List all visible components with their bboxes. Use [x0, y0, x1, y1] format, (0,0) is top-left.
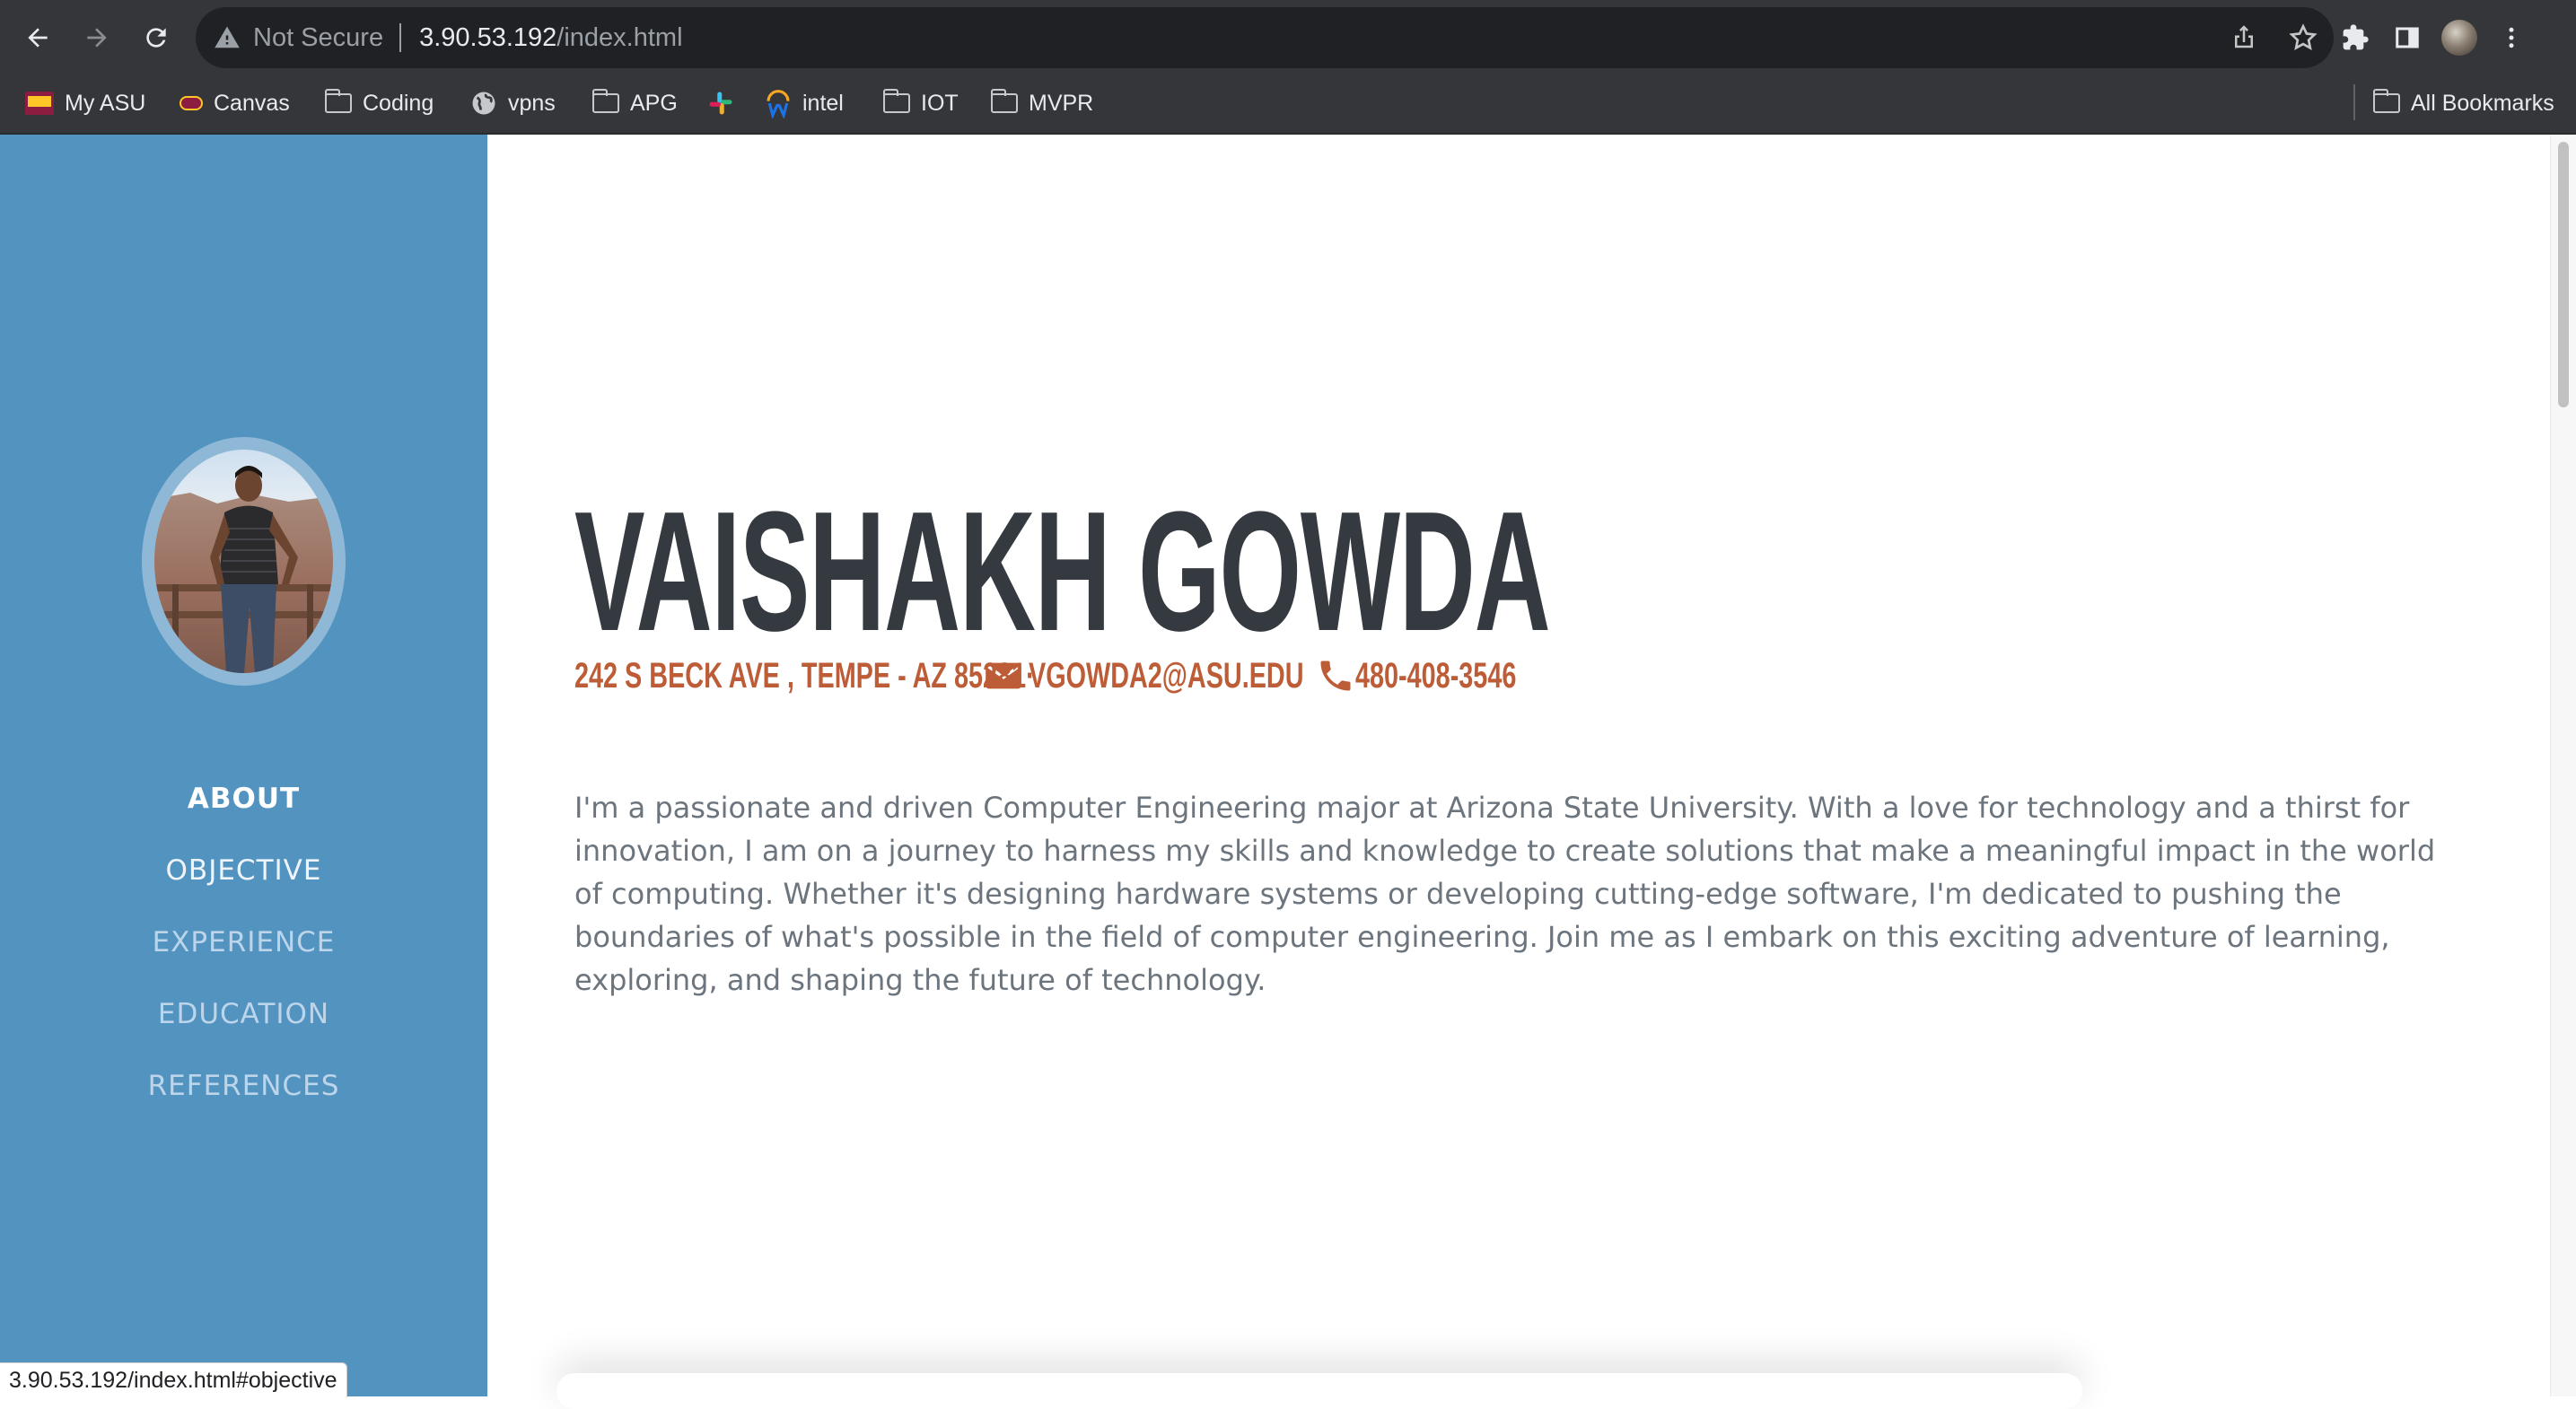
- extensions-button[interactable]: [2334, 16, 2377, 59]
- status-url: 3.90.53.192/index.html#objective: [9, 1367, 337, 1393]
- bookmark-label: vpns: [508, 90, 556, 116]
- globe-icon: [472, 92, 495, 115]
- person-photo: [154, 450, 333, 673]
- bookmark-label: My ASU: [65, 90, 146, 116]
- bookmark-folder-iot[interactable]: IOT: [882, 86, 959, 120]
- bookmark-intel[interactable]: intel: [765, 86, 844, 120]
- nav-link-about[interactable]: ABOUT: [0, 763, 487, 835]
- omnibox-actions: [2222, 16, 2325, 59]
- nav-link-education[interactable]: EDUCATION: [0, 978, 487, 1050]
- asu-favicon: [25, 92, 54, 115]
- email-link[interactable]: VGOWDA2@ASU.EDU: [1029, 656, 1304, 696]
- profile-avatar-icon: [2441, 20, 2477, 56]
- profile-photo-image: [154, 450, 333, 673]
- canvas-favicon: [180, 96, 203, 110]
- bookmark-label: MVPR: [1029, 90, 1094, 116]
- next-section-edge: [556, 1373, 2082, 1409]
- kebab-menu-icon: [2509, 27, 2514, 48]
- address-wrap: 242 S BECK AVE , TEMPE - AZ 85281·: [574, 656, 1035, 696]
- warning-triangle-icon: [215, 26, 240, 48]
- url-host: 3.90.53.192: [419, 22, 557, 52]
- folder-icon: [324, 89, 352, 113]
- share-icon: [2235, 25, 2253, 48]
- back-arrow-icon: [28, 28, 48, 48]
- bookmark-folder-coding[interactable]: Coding: [324, 86, 434, 120]
- folder-icon: [2372, 89, 2400, 113]
- about-description: I'm a passionate and driven Computer Eng…: [574, 791, 2436, 997]
- folder-icon: [882, 89, 910, 113]
- bookmark-label: IOT: [921, 90, 959, 116]
- forward-arrow-icon: [87, 28, 107, 48]
- bookmark-vpns[interactable]: vpns: [470, 86, 556, 120]
- security-label[interactable]: Not Secure: [253, 23, 383, 53]
- address-text: 242 S BECK AVE , TEMPE - AZ 85281·: [574, 655, 1035, 696]
- link-status-bar: 3.90.53.192/index.html#objective: [0, 1362, 347, 1397]
- nav-link-experience[interactable]: EXPERIENCE: [0, 906, 487, 978]
- bookmark-label: APG: [630, 90, 678, 116]
- scrollbar-thumb[interactable]: [2558, 142, 2569, 407]
- nav-link-objective[interactable]: OBJECTIVE: [0, 835, 487, 906]
- menu-button[interactable]: [2490, 16, 2533, 59]
- address-bar[interactable]: Not Secure 3.90.53.192 /index.html: [196, 7, 2334, 68]
- workday-favicon: [767, 90, 790, 118]
- bookmark-label: Canvas: [214, 90, 290, 116]
- bookmark-slack[interactable]: [707, 86, 745, 120]
- bookmark-my-asu[interactable]: My ASU: [25, 86, 145, 120]
- browser-toolbar: Not Secure 3.90.53.192 /index.html: [0, 0, 2576, 74]
- reload-icon: [146, 28, 166, 48]
- profile-button[interactable]: [2438, 16, 2481, 59]
- profile-photo: [142, 437, 346, 686]
- bookmarks-bar: My ASU Canvas Coding vpns APG intel IOT …: [0, 74, 2576, 135]
- contact-line: 242 S BECK AVE , TEMPE - AZ 85281· VGOWD…: [574, 653, 1579, 698]
- back-button[interactable]: [13, 13, 63, 63]
- nav-link-references[interactable]: REFERENCES: [0, 1050, 487, 1122]
- bookmark-folder-mvpr[interactable]: MVPR: [990, 86, 1094, 120]
- about-section: VAISHAKH GOWDA 242 S BECK AVE , TEMPE - …: [487, 135, 2552, 1396]
- side-panel-button[interactable]: [2386, 16, 2429, 59]
- omnibox-divider: [399, 23, 402, 52]
- slack-favicon: [709, 92, 732, 115]
- phone-wrap: 480-408-3546: [1355, 656, 1579, 696]
- bookmark-label: intel: [802, 90, 844, 116]
- bookmark-folder-apg[interactable]: APG: [591, 86, 678, 120]
- forward-button[interactable]: [72, 13, 122, 63]
- reload-button[interactable]: [131, 13, 181, 63]
- bookmark-canvas[interactable]: Canvas: [180, 86, 290, 120]
- sidebar: ABOUT OBJECTIVE EXPERIENCE EDUCATION REF…: [0, 135, 487, 1396]
- bookmark-label: Coding: [363, 90, 434, 116]
- phone-icon: [1320, 661, 1351, 691]
- side-panel-icon: [2396, 27, 2419, 48]
- url-path: /index.html: [556, 22, 683, 52]
- phone-text: 480-408-3546: [1355, 655, 1517, 696]
- puzzle-icon: [2343, 24, 2369, 50]
- bookmark-star-button[interactable]: [2282, 16, 2325, 59]
- folder-icon: [591, 89, 619, 113]
- sidebar-nav: ABOUT OBJECTIVE EXPERIENCE EDUCATION REF…: [0, 763, 487, 1122]
- share-button[interactable]: [2222, 16, 2265, 59]
- page-scrollbar[interactable]: [2550, 135, 2576, 1396]
- toolbar-right: [2334, 13, 2533, 63]
- star-outline-icon: [2289, 23, 2318, 51]
- folder-icon: [990, 89, 1018, 113]
- page-title: VAISHAKH GOWDA: [574, 477, 1551, 667]
- all-bookmarks-label: All Bookmarks: [2411, 90, 2554, 116]
- email-wrap: VGOWDA2@ASU.EDU: [1029, 656, 1304, 696]
- bookmarks-divider: [2353, 84, 2355, 120]
- all-bookmarks-button[interactable]: All Bookmarks: [2372, 86, 2554, 120]
